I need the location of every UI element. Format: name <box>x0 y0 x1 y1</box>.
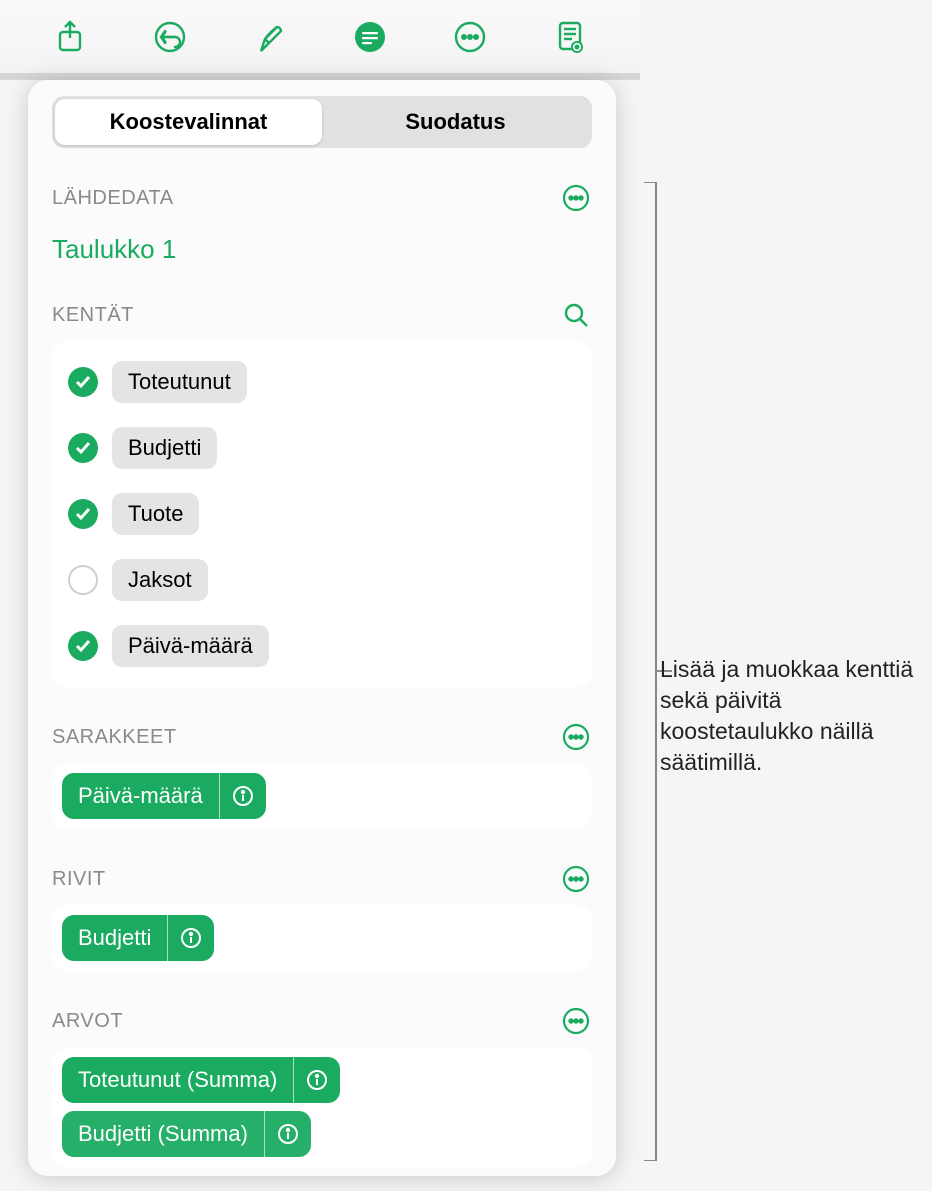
field-chip[interactable]: Budjetti <box>112 427 217 469</box>
field-checkbox[interactable] <box>68 565 98 595</box>
columns-pill-row: Päivä-määrä <box>52 763 592 829</box>
tab-filter[interactable]: Suodatus <box>322 99 589 145</box>
values-label: ARVOT <box>52 1010 123 1033</box>
field-chip[interactable]: Tuote <box>112 493 199 535</box>
field-chip[interactable]: Päivä-määrä <box>112 625 269 667</box>
share-icon[interactable] <box>50 17 90 57</box>
value-pill[interactable]: Toteutunut (Summa) <box>62 1057 340 1103</box>
rows-pill-row: Budjetti <box>52 905 592 971</box>
info-icon[interactable] <box>294 1061 340 1099</box>
tabs-segmented: Koostevalinnat Suodatus <box>52 96 592 148</box>
values-pill-row: Toteutunut (Summa) Budjetti (Summa) <box>52 1047 592 1167</box>
more-icon[interactable] <box>450 17 490 57</box>
value-pill[interactable]: Budjetti (Summa) <box>62 1111 311 1157</box>
field-row: Jaksot <box>62 547 582 613</box>
organize-icon[interactable] <box>350 17 390 57</box>
field-row: Budjetti <box>62 415 582 481</box>
tab-pivot[interactable]: Koostevalinnat <box>55 99 322 145</box>
preview-icon[interactable] <box>550 17 590 57</box>
source-table-link[interactable]: Taulukko 1 <box>52 234 592 265</box>
rows-more-icon[interactable] <box>560 863 592 895</box>
undo-icon[interactable] <box>150 17 190 57</box>
row-pill[interactable]: Budjetti <box>62 915 214 961</box>
info-icon[interactable] <box>168 919 214 957</box>
info-icon[interactable] <box>265 1115 311 1153</box>
rows-label: RIVIT <box>52 868 106 891</box>
pill-label: Budjetti (Summa) <box>62 1111 264 1157</box>
field-checkbox[interactable] <box>68 631 98 661</box>
source-section: LÄHDEDATA Taulukko 1 <box>28 182 616 265</box>
fields-label: KENTÄT <box>52 304 134 327</box>
values-section: ARVOT Toteutunut (Summa) Budjetti (Summ <box>28 1005 616 1167</box>
field-row: Tuote <box>62 481 582 547</box>
field-checkbox[interactable] <box>68 433 98 463</box>
values-more-icon[interactable] <box>560 1005 592 1037</box>
top-toolbar <box>0 0 640 74</box>
field-checkbox[interactable] <box>68 499 98 529</box>
pill-label: Päivä-määrä <box>62 773 219 819</box>
pivot-popover: Koostevalinnat Suodatus LÄHDEDATA Tauluk… <box>28 80 616 1176</box>
field-checkbox[interactable] <box>68 367 98 397</box>
callout-text: Lisää ja muokkaa kenttiä sekä päivitä ko… <box>660 654 920 778</box>
source-more-icon[interactable] <box>560 182 592 214</box>
info-icon[interactable] <box>220 777 266 815</box>
fields-section: KENTÄT Toteutunut Budjetti <box>28 299 616 687</box>
columns-more-icon[interactable] <box>560 721 592 753</box>
format-icon[interactable] <box>250 17 290 57</box>
fields-search-icon[interactable] <box>560 299 592 331</box>
field-chip[interactable]: Jaksot <box>112 559 208 601</box>
field-row: Päivä-määrä <box>62 613 582 679</box>
source-label: LÄHDEDATA <box>52 187 174 210</box>
pill-label: Toteutunut (Summa) <box>62 1057 293 1103</box>
field-chip[interactable]: Toteutunut <box>112 361 247 403</box>
pill-label: Budjetti <box>62 915 167 961</box>
rows-section: RIVIT Budjetti <box>28 863 616 971</box>
fields-list: Toteutunut Budjetti Tuote Jaksot <box>52 341 592 687</box>
columns-label: SARAKKEET <box>52 726 177 749</box>
column-pill[interactable]: Päivä-määrä <box>62 773 266 819</box>
columns-section: SARAKKEET Päivä-määrä <box>28 721 616 829</box>
field-row: Toteutunut <box>62 349 582 415</box>
